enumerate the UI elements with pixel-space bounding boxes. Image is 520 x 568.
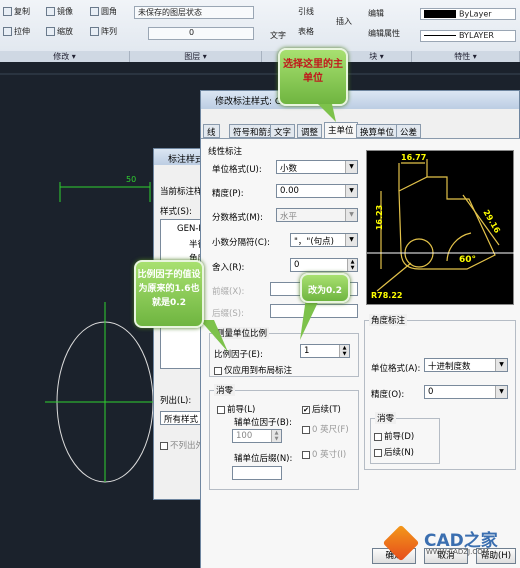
unit-format-dropdown[interactable]: 小数 ▼ bbox=[276, 160, 358, 174]
precision-label: 精度(P): bbox=[212, 189, 244, 199]
chevron-down-icon: ▼ bbox=[495, 386, 507, 398]
array-button[interactable]: 阵列 bbox=[90, 26, 117, 37]
preview-dim-2: 16.23 bbox=[375, 204, 385, 231]
callout-change-value: 改为0.2 bbox=[300, 273, 350, 303]
scale-group-title: 测量单位比例 bbox=[214, 327, 270, 339]
edit-button[interactable]: 编辑 bbox=[368, 8, 384, 19]
callout-select-primary-units: 选择这里的主单位 bbox=[278, 48, 348, 106]
angular-trailing-checkbox[interactable]: 后续(N) bbox=[374, 446, 414, 458]
array-icon bbox=[90, 27, 99, 36]
chevron-down-icon: ▼ bbox=[495, 359, 507, 371]
table-button[interactable]: 表格 bbox=[298, 26, 314, 37]
spinner-arrows-icon: ▲ ▼ bbox=[271, 430, 281, 442]
ribbon: 复制 镜像 圆角 拉伸 缩放 阵列 未保存的图层状态 0 文字 引线 表格 插入… bbox=[0, 0, 520, 62]
tab-tolerances[interactable]: 公差 bbox=[396, 124, 422, 138]
cad-logo-icon bbox=[382, 524, 420, 562]
sub-unit-suffix-input[interactable] bbox=[232, 466, 282, 480]
precision-dropdown[interactable]: 0.00 ▼ bbox=[276, 184, 358, 198]
decimal-separator-dropdown[interactable]: "，"(句点) ▼ bbox=[290, 233, 358, 247]
styles-label: 样式(S): bbox=[160, 207, 192, 217]
sub-unit-factor-label: 辅单位因子(B): bbox=[234, 418, 292, 428]
mirror-button[interactable]: 镜像 bbox=[46, 6, 73, 17]
angular-leading-checkbox[interactable]: 前导(D) bbox=[374, 430, 414, 442]
copy-icon bbox=[3, 7, 12, 16]
text-button[interactable]: 文字 bbox=[270, 30, 286, 41]
chevron-down-icon: ▼ bbox=[345, 234, 357, 246]
layer-section[interactable]: 图层 ▾ bbox=[130, 51, 262, 62]
angular-unit-format-label: 单位格式(A): bbox=[371, 364, 421, 374]
tab-alternate-units[interactable]: 换算单位 bbox=[356, 124, 399, 138]
stretch-button[interactable]: 拉伸 bbox=[3, 26, 30, 37]
trailing-zero-checkbox[interactable]: ✔ 后续(T) bbox=[302, 403, 341, 415]
list-label: 列出(L): bbox=[160, 396, 192, 406]
zero-suppression-title: 消零 bbox=[214, 384, 236, 396]
dialog-titlebar: 修改标注样式: GEN-ISO bbox=[201, 91, 519, 109]
layer-state-dropdown[interactable]: 未保存的图层状态 bbox=[134, 6, 254, 19]
prefix-label: 前缀(X): bbox=[212, 287, 245, 297]
angular-precision-dropdown[interactable]: 0 ▼ bbox=[424, 385, 508, 399]
preview-dim-1: 16.77 bbox=[401, 153, 427, 162]
scale-button[interactable]: 缩放 bbox=[46, 26, 73, 37]
dimension-value: 50 bbox=[126, 175, 137, 184]
sub-unit-suffix-label: 辅单位后缀(N): bbox=[234, 454, 293, 464]
sub-unit-factor-input[interactable]: 100 ▲ ▼ bbox=[232, 429, 282, 443]
fillet-button[interactable]: 圆角 bbox=[90, 6, 117, 17]
modify-section[interactable]: 修改 ▾ bbox=[0, 51, 130, 62]
copy-button[interactable]: 复制 bbox=[3, 6, 30, 17]
block-section[interactable]: 块 ▾ bbox=[342, 51, 412, 62]
tab-text[interactable]: 文字 bbox=[270, 124, 296, 138]
edit-attr-button[interactable]: 编辑属性 bbox=[368, 28, 400, 39]
chevron-down-icon: ▼ bbox=[345, 209, 357, 221]
scale-factor-input[interactable]: 1 ▲ ▼ bbox=[300, 344, 350, 358]
tab-primary-units[interactable]: 主单位 bbox=[324, 122, 358, 138]
leading-zero-checkbox[interactable]: 前导(L) bbox=[217, 403, 255, 415]
inches-checkbox[interactable]: 0 英寸(I) bbox=[302, 448, 346, 460]
watermark: CAD之家 WWW.CADZJ.COM bbox=[382, 524, 520, 566]
suffix-input[interactable] bbox=[270, 304, 358, 318]
angular-unit-format-dropdown[interactable]: 十进制度数 ▼ bbox=[424, 358, 508, 372]
chevron-down-icon: ▼ bbox=[345, 185, 357, 197]
properties-section[interactable]: 特性 ▾ bbox=[412, 51, 520, 62]
feet-checkbox[interactable]: 0 英尺(F) bbox=[302, 423, 349, 435]
preview-radius: R78.22 bbox=[371, 291, 403, 300]
linetype-dropdown[interactable]: BYLAYER bbox=[420, 30, 516, 42]
fraction-format-label: 分数格式(M): bbox=[212, 213, 263, 223]
tab-lines[interactable]: 线 bbox=[203, 124, 220, 138]
angular-precision-label: 精度(O): bbox=[371, 390, 405, 400]
fraction-format-dropdown[interactable]: 水平 ▼ bbox=[276, 208, 358, 222]
fillet-icon bbox=[90, 7, 99, 16]
angular-zero-title: 消零 bbox=[375, 412, 397, 424]
preview-angle: 60° bbox=[459, 255, 477, 265]
scale-factor-label: 比例因子(E): bbox=[214, 350, 263, 360]
scale-icon bbox=[46, 27, 55, 36]
callout-scale-factor-hint: 比例因子的值设为原来的1.6也就是0.2 bbox=[134, 260, 204, 328]
mirror-icon bbox=[46, 7, 55, 16]
insert-button[interactable]: 插入 bbox=[336, 16, 352, 27]
chevron-down-icon: ▼ bbox=[345, 161, 357, 173]
dimension-preview: 16.77 16.23 29.16 60° R78.22 bbox=[366, 150, 515, 305]
color-swatch bbox=[424, 10, 456, 18]
unit-format-label: 单位格式(U): bbox=[212, 165, 262, 175]
layer-dropdown[interactable]: 0 bbox=[148, 27, 254, 40]
leader-button[interactable]: 引线 bbox=[298, 6, 314, 17]
round-off-label: 舍入(R): bbox=[212, 263, 245, 273]
decimal-separator-label: 小数分隔符(C): bbox=[212, 238, 270, 248]
spinner-arrows-icon: ▲ ▼ bbox=[339, 345, 349, 357]
layout-only-checkbox[interactable]: 仅应用到布局标注 bbox=[214, 364, 292, 376]
color-dropdown[interactable]: ByLayer bbox=[420, 8, 516, 20]
no-xref-checkbox[interactable]: 不列出外 bbox=[160, 439, 204, 451]
angular-group-title: 角度标注 bbox=[369, 314, 408, 326]
spinner-arrows-icon: ▲ ▼ bbox=[347, 259, 357, 271]
round-off-spinner[interactable]: 0 ▲ ▼ bbox=[290, 258, 358, 272]
suffix-label: 后缀(S): bbox=[212, 309, 244, 319]
tab-fit[interactable]: 调整 bbox=[297, 124, 323, 138]
linear-section-title: 线性标注 bbox=[208, 147, 243, 157]
watermark-url: WWW.CADZJ.COM bbox=[426, 548, 489, 556]
linetype-swatch bbox=[424, 35, 456, 36]
stretch-icon bbox=[3, 27, 12, 36]
